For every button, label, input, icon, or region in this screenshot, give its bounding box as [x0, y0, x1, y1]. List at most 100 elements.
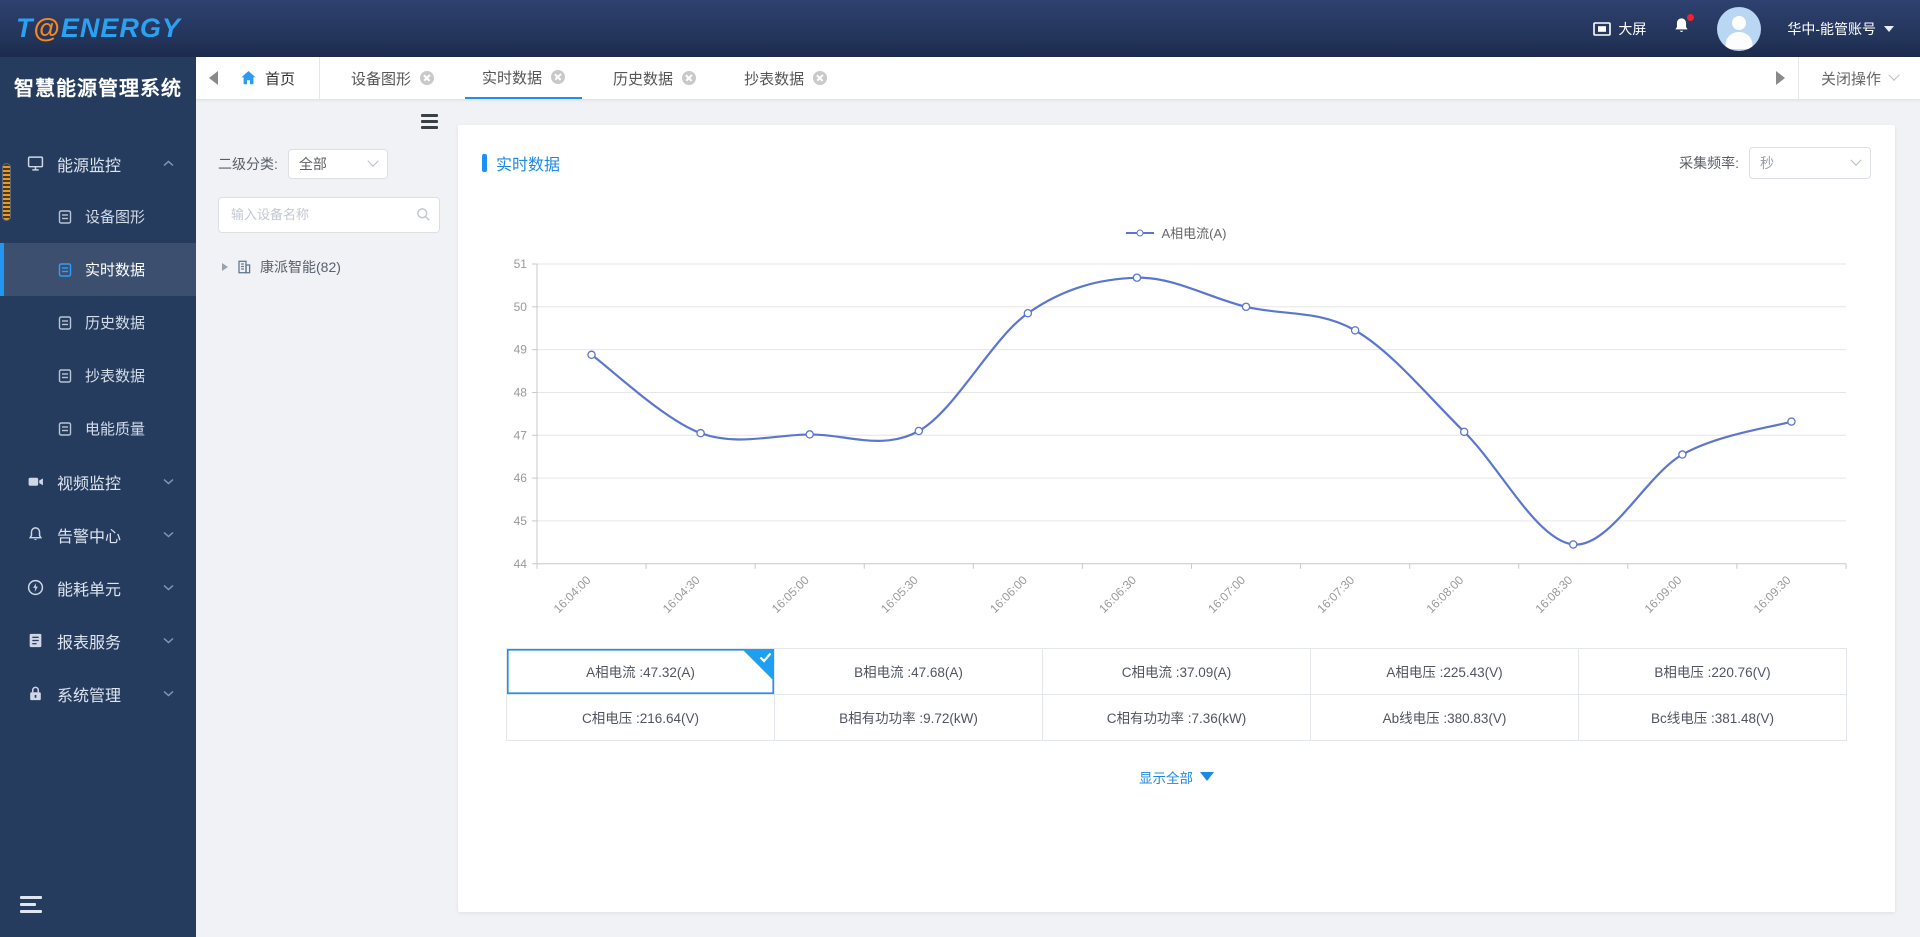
metric-cell-phase-b-voltage[interactable]: B相电压 :220.76(V)	[1578, 647, 1847, 695]
sidebar-item-power-quality[interactable]: 电能质量	[0, 402, 196, 455]
tab-meter-data[interactable]: 抄表数据	[727, 57, 844, 99]
search-icon	[417, 207, 430, 221]
metric-cell-phase-c-voltage[interactable]: C相电压 :216.64(V)	[506, 693, 775, 741]
close-icon[interactable]	[813, 71, 828, 85]
tabs-scroll-right-button[interactable]	[1764, 57, 1798, 99]
check-icon	[759, 652, 772, 663]
svg-text:16:08:00: 16:08:00	[1423, 573, 1466, 616]
device-search-input[interactable]	[218, 196, 440, 233]
tab-label: 设备图形	[351, 70, 412, 88]
tab-realtime-data[interactable]: 实时数据	[465, 57, 583, 99]
screen-icon	[1593, 21, 1612, 36]
main-sidebar: 智慧能源管理系统 能源监控 设备图形 实时数据 历史数据 抄表数据 电能质量 视…	[0, 57, 196, 937]
category-select-value: 全部	[298, 155, 327, 172]
line-chart[interactable]: 44 45 46 47 48 49 50 51 16:04:00 16:04:30 16:05:00…	[482, 246, 1871, 638]
close-icon[interactable]	[551, 70, 566, 84]
sidebar-item-realtime-data[interactable]: 实时数据	[0, 243, 196, 296]
device-filter-panel: 二级分类: 全部 康派智能(82)	[196, 100, 458, 937]
document-icon	[58, 421, 72, 436]
svg-text:16:08:30: 16:08:30	[1533, 573, 1576, 616]
sidebar-item-label: 能耗单元	[57, 581, 122, 599]
sidebar-item-video-monitor[interactable]: 视频监控	[0, 455, 196, 508]
sidebar-item-report-service[interactable]: 报表服务	[0, 614, 196, 667]
tree-node-kangpai[interactable]: 康派智能(82)	[218, 257, 438, 277]
chevron-up-icon	[163, 160, 174, 167]
tab-device-graphics[interactable]: 设备图形	[334, 57, 451, 99]
page-title: 实时数据	[496, 157, 561, 174]
metric-cell-bc-line-voltage[interactable]: Bc线电压 :381.48(V)	[1578, 693, 1847, 741]
svg-text:44: 44	[514, 557, 528, 571]
chevron-down-icon	[1888, 69, 1900, 81]
tree-expand-icon[interactable]	[222, 262, 228, 271]
panel-collapse-icon[interactable]	[421, 114, 438, 129]
metric-cell-phase-a-current[interactable]: A相电流 :47.32(A)	[506, 647, 775, 695]
svg-text:16:06:30: 16:06:30	[1096, 573, 1139, 616]
category-select[interactable]: 全部	[287, 148, 388, 179]
tab-home[interactable]: 首页	[230, 57, 321, 99]
tab-label: 抄表数据	[744, 70, 805, 88]
account-menu[interactable]: 华中-能管账号	[1787, 19, 1894, 39]
close-operations-label: 关闭操作	[1820, 70, 1881, 88]
chevron-down-icon	[163, 478, 174, 485]
svg-text:16:06:00: 16:06:00	[987, 573, 1030, 616]
energy-unit-icon	[27, 579, 44, 596]
building-icon	[238, 260, 251, 273]
chevron-down-icon	[163, 637, 174, 644]
selected-corner	[742, 648, 774, 681]
avatar[interactable]	[1717, 6, 1762, 51]
metric-cell-phase-c-current[interactable]: C相电流 :37.09(A)	[1042, 647, 1311, 695]
sidebar-item-label: 系统管理	[57, 687, 122, 705]
close-operations-dropdown[interactable]: 关闭操作	[1797, 57, 1920, 99]
svg-text:16:09:30: 16:09:30	[1751, 573, 1794, 616]
sidebar-item-label: 历史数据	[85, 315, 146, 332]
alarm-icon	[28, 527, 43, 541]
realtime-data-card: 实时数据 采集频率: 秒 A相电流(A) 44 45 46 47 48 49 5…	[458, 125, 1895, 912]
top-header: T @ ENERGY 大屏 华中-能管账号	[0, 0, 1920, 57]
svg-text:48: 48	[514, 385, 528, 399]
sidebar-collapse-icon[interactable]	[20, 896, 42, 913]
metric-cell-ab-line-voltage[interactable]: Ab线电压 :380.83(V)	[1310, 693, 1579, 741]
metric-cell-phase-c-power[interactable]: C相有功功率 :7.36(kW)	[1042, 693, 1311, 741]
chevron-down-icon	[163, 690, 174, 697]
metric-cell-phase-b-current[interactable]: B相电流 :47.68(A)	[774, 647, 1043, 695]
sidebar-item-history-data[interactable]: 历史数据	[0, 296, 196, 349]
document-icon	[58, 209, 72, 224]
sidebar-item-label: 抄表数据	[85, 368, 146, 385]
big-screen-label: 大屏	[1618, 20, 1647, 37]
sidebar-item-energy-monitor[interactable]: 能源监控	[0, 137, 196, 190]
show-all-toggle[interactable]: 显示全部	[482, 767, 1871, 787]
tab-history-data[interactable]: 历史数据	[596, 57, 713, 99]
title-accent-bar	[482, 154, 487, 172]
notifications-button[interactable]	[1672, 14, 1695, 41]
document-icon	[58, 368, 72, 383]
home-icon	[241, 71, 256, 85]
sidebar-item-device-graphics[interactable]: 设备图形	[0, 190, 196, 243]
logo-at-icon: @	[33, 13, 61, 43]
svg-text:16:04:30: 16:04:30	[660, 573, 703, 616]
chart-legend[interactable]: A相电流(A)	[482, 223, 1871, 242]
frequency-select[interactable]: 秒	[1749, 147, 1871, 179]
svg-text:16:07:30: 16:07:30	[1314, 573, 1357, 616]
sidebar-item-alarm-center[interactable]: 告警中心	[0, 508, 196, 561]
close-icon[interactable]	[420, 71, 435, 85]
close-icon[interactable]	[682, 71, 697, 85]
table-row: A相电流 :47.32(A) B相电流 :47.68(A) C相电流 :37.0…	[506, 647, 1847, 695]
metric-cell-phase-a-voltage[interactable]: A相电压 :225.43(V)	[1310, 647, 1579, 695]
svg-text:16:05:00: 16:05:00	[769, 573, 812, 616]
sidebar-item-label: 电能质量	[85, 421, 146, 438]
table-row: C相电压 :216.64(V) B相有功功率 :9.72(kW) C相有功功率 …	[506, 693, 1847, 741]
metrics-table: A相电流 :47.32(A) B相电流 :47.68(A) C相电流 :37.0…	[506, 647, 1847, 741]
sidebar-item-label: 告警中心	[57, 528, 122, 546]
sidebar-item-energy-unit[interactable]: 能耗单元	[0, 561, 196, 614]
frequency-label: 采集频率:	[1679, 155, 1739, 171]
tabs-scroll-left-button[interactable]	[196, 57, 230, 99]
notification-badge	[1687, 14, 1695, 21]
sidebar-item-system-management[interactable]: 系统管理	[0, 667, 196, 720]
document-icon	[58, 262, 72, 277]
big-screen-button[interactable]: 大屏	[1593, 19, 1646, 39]
tab-label: 首页	[265, 70, 296, 88]
sidebar-item-meter-data[interactable]: 抄表数据	[0, 349, 196, 402]
metric-cell-phase-b-power[interactable]: B相有功功率 :9.72(kW)	[774, 693, 1043, 741]
topbar-actions: 大屏 华中-能管账号	[1593, 6, 1894, 51]
video-icon	[28, 477, 43, 486]
